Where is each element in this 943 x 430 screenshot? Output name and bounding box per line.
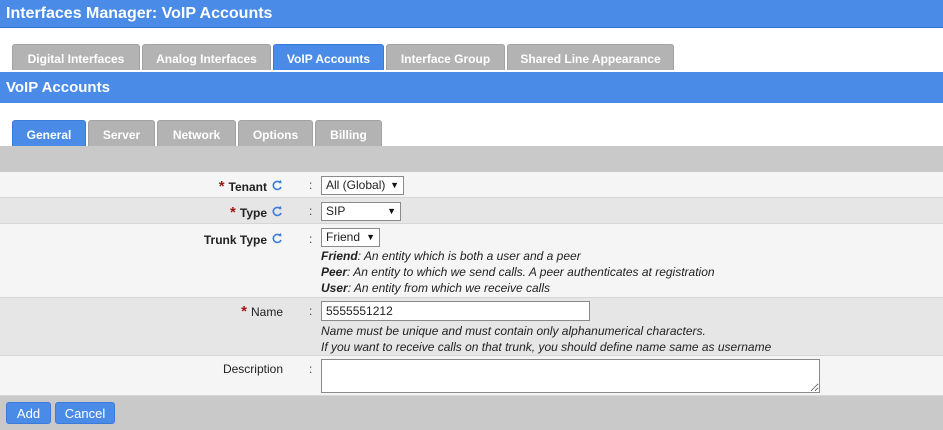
help-user: User: An entity from which we receive ca…: [321, 280, 715, 296]
tenant-row: * Tenant : All (Global) ▼: [0, 172, 943, 198]
help-text-peer: : An entity to which we send calls. A pe…: [347, 265, 715, 279]
form-header-strip: [0, 146, 943, 172]
tenant-label-group: * Tenant: [219, 178, 283, 195]
tenant-value: All (Global): [326, 178, 386, 192]
section-title: VoIP Accounts: [0, 72, 943, 103]
tenant-label: Tenant: [228, 180, 267, 194]
tab-billing[interactable]: Billing: [315, 120, 382, 146]
voip-subtabs: General Server Network Options Billing: [12, 120, 384, 146]
tab-network[interactable]: Network: [157, 120, 236, 146]
tab-general[interactable]: General: [12, 120, 86, 146]
help-term-peer: Peer: [321, 265, 348, 279]
tab-options[interactable]: Options: [238, 120, 313, 146]
sync-icon[interactable]: [271, 179, 283, 192]
tab-server[interactable]: Server: [88, 120, 155, 146]
tab-digital-interfaces[interactable]: Digital Interfaces: [12, 44, 140, 70]
name-label-group: * Name: [241, 303, 283, 320]
trunk-type-label: Trunk Type: [203, 233, 267, 247]
required-marker: *: [241, 303, 247, 320]
tenant-select[interactable]: All (Global) ▼: [321, 176, 404, 195]
name-label: Name: [250, 305, 283, 319]
type-colon: :: [309, 204, 313, 218]
trunk-type-value: Friend: [326, 230, 361, 244]
type-select[interactable]: SIP ▼: [321, 202, 401, 221]
type-row: * Type : SIP ▼: [0, 198, 943, 224]
button-bar: Add Cancel: [0, 396, 943, 430]
name-help-line: If you want to receive calls on that tru…: [321, 340, 772, 354]
chevron-down-icon: ▼: [390, 180, 399, 190]
tab-voip-accounts[interactable]: VoIP Accounts: [273, 44, 384, 70]
trunk-type-select[interactable]: Friend ▼: [321, 228, 380, 247]
name-help: Name must be unique and must contain onl…: [321, 323, 771, 355]
cancel-button[interactable]: Cancel: [55, 402, 115, 424]
trunk-type-label-group: Trunk Type: [204, 232, 283, 247]
help-peer: Peer: An entity to which we send calls. …: [321, 264, 715, 280]
help-term-user: User: [321, 281, 348, 295]
help-friend: Friend: An entity which is both a user a…: [321, 248, 715, 264]
description-row: Description :: [0, 356, 943, 396]
required-marker: *: [218, 178, 225, 195]
tab-analog-interfaces[interactable]: Analog Interfaces: [142, 44, 271, 70]
trunk-type-help: Friend: An entity which is both a user a…: [321, 248, 715, 296]
chevron-down-icon: ▼: [366, 232, 375, 242]
required-marker: *: [230, 204, 236, 221]
help-text-user: : An entity from which we receive calls: [347, 281, 550, 295]
type-label: Type: [239, 206, 267, 220]
help-text-friend: : An entity which is both a user and a p…: [357, 249, 581, 263]
description-colon: :: [309, 362, 313, 376]
tab-shared-line-appearance[interactable]: Shared Line Appearance: [507, 44, 674, 70]
trunk-type-colon: :: [309, 232, 313, 246]
type-value: SIP: [326, 204, 346, 218]
tenant-colon: :: [309, 178, 313, 192]
name-colon: :: [309, 304, 313, 318]
name-input[interactable]: [321, 301, 590, 321]
sync-icon[interactable]: [271, 232, 283, 245]
add-button[interactable]: Add: [6, 402, 51, 424]
trunk-type-row: Trunk Type : Friend ▼ Friend: An entity w…: [0, 224, 943, 298]
sync-icon[interactable]: [271, 205, 283, 218]
name-row: *Name : Name must be unique and must con…: [0, 298, 943, 356]
chevron-down-icon: ▼: [387, 206, 396, 216]
name-help-line: Name must be unique and must contain onl…: [321, 324, 706, 338]
description-textarea[interactable]: [321, 359, 820, 393]
description-label: Description: [222, 362, 283, 376]
tab-interface-group[interactable]: Interface Group: [386, 44, 505, 70]
window-title: Interfaces Manager: VoIP Accounts: [0, 0, 943, 28]
interface-tabs: Digital Interfaces Analog Interfaces VoI…: [12, 44, 676, 70]
help-term-friend: Friend: [321, 249, 358, 263]
type-label-group: * Type: [230, 204, 283, 221]
